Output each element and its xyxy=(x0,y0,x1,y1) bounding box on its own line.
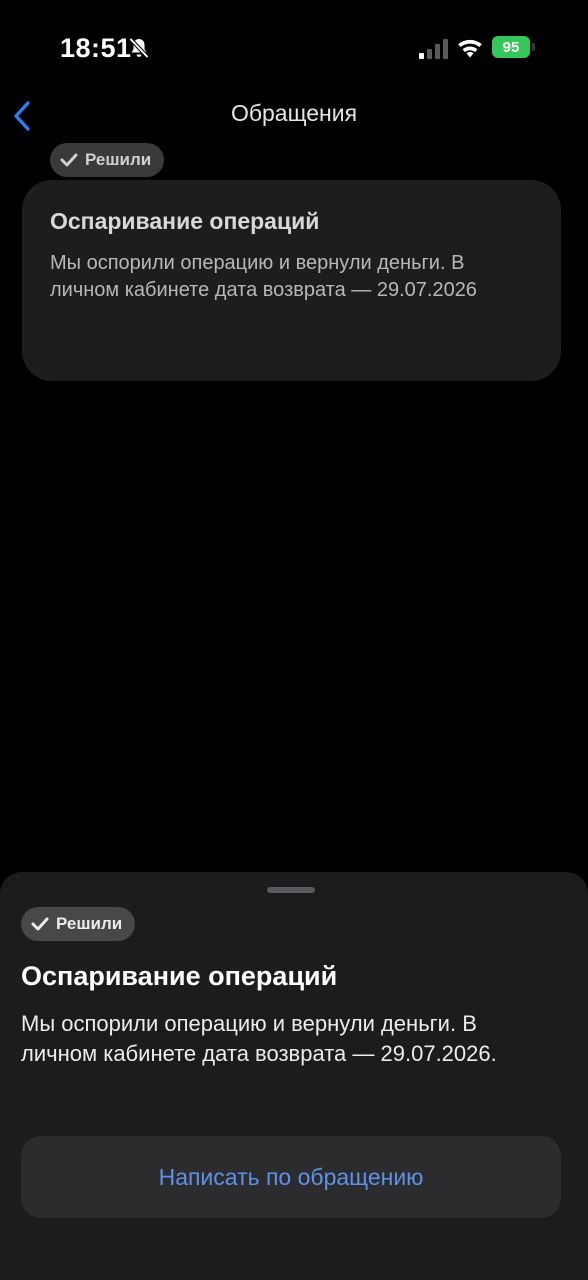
bell-slash-icon xyxy=(129,37,149,59)
card-text-line-2: личном кабинете дата возврата — 29.07.20… xyxy=(50,279,477,301)
sheet-text: Мы оспорили операцию и вернули деньги. В… xyxy=(21,1009,571,1069)
page-title: Обращения xyxy=(230,100,358,126)
appeal-card[interactable]: Оспаривание операций Мы оспорили операци… xyxy=(22,180,561,381)
sheet-text-line-2: личном кабинете дата возврата — 29.07.20… xyxy=(21,1041,497,1066)
status-bar: 18:51 95 xyxy=(0,0,588,96)
battery-cap xyxy=(532,43,535,51)
signal-icon xyxy=(419,39,448,59)
write-about-appeal-button[interactable]: Написать по обращению xyxy=(21,1136,561,1218)
sheet-title: Оспаривание операций xyxy=(21,961,338,991)
card-text: Мы оспорили операцию и вернули деньги. В… xyxy=(50,250,528,304)
appeal-detail-sheet: Решили Оспаривание операций Мы оспорили … xyxy=(0,872,588,1280)
sheet-text-line-1: Мы оспорили операцию и вернули деньги. В xyxy=(21,1011,477,1036)
sheet-grabber-handle[interactable] xyxy=(267,887,315,893)
wifi-icon xyxy=(458,39,482,58)
status-time: 18:51 xyxy=(60,33,132,63)
appeals-screen: 18:51 95 Обращения Оспаривание операций … xyxy=(0,0,588,1280)
checkmark-icon xyxy=(31,917,49,931)
card-text-line-1: Мы оспорили операцию и вернули деньги. В xyxy=(50,252,465,274)
sheet-status-badge-label: Решили xyxy=(56,914,123,933)
status-badge-label: Решили xyxy=(85,150,152,169)
nav-bar: Обращения xyxy=(0,96,588,136)
battery-charging-icon: 95 xyxy=(492,36,536,60)
battery-level: 95 xyxy=(492,36,530,58)
card-title: Оспаривание операций xyxy=(50,208,320,234)
checkmark-icon xyxy=(60,153,78,167)
sheet-status-badge: Решили xyxy=(21,907,136,941)
status-badge: Решили xyxy=(50,143,165,177)
